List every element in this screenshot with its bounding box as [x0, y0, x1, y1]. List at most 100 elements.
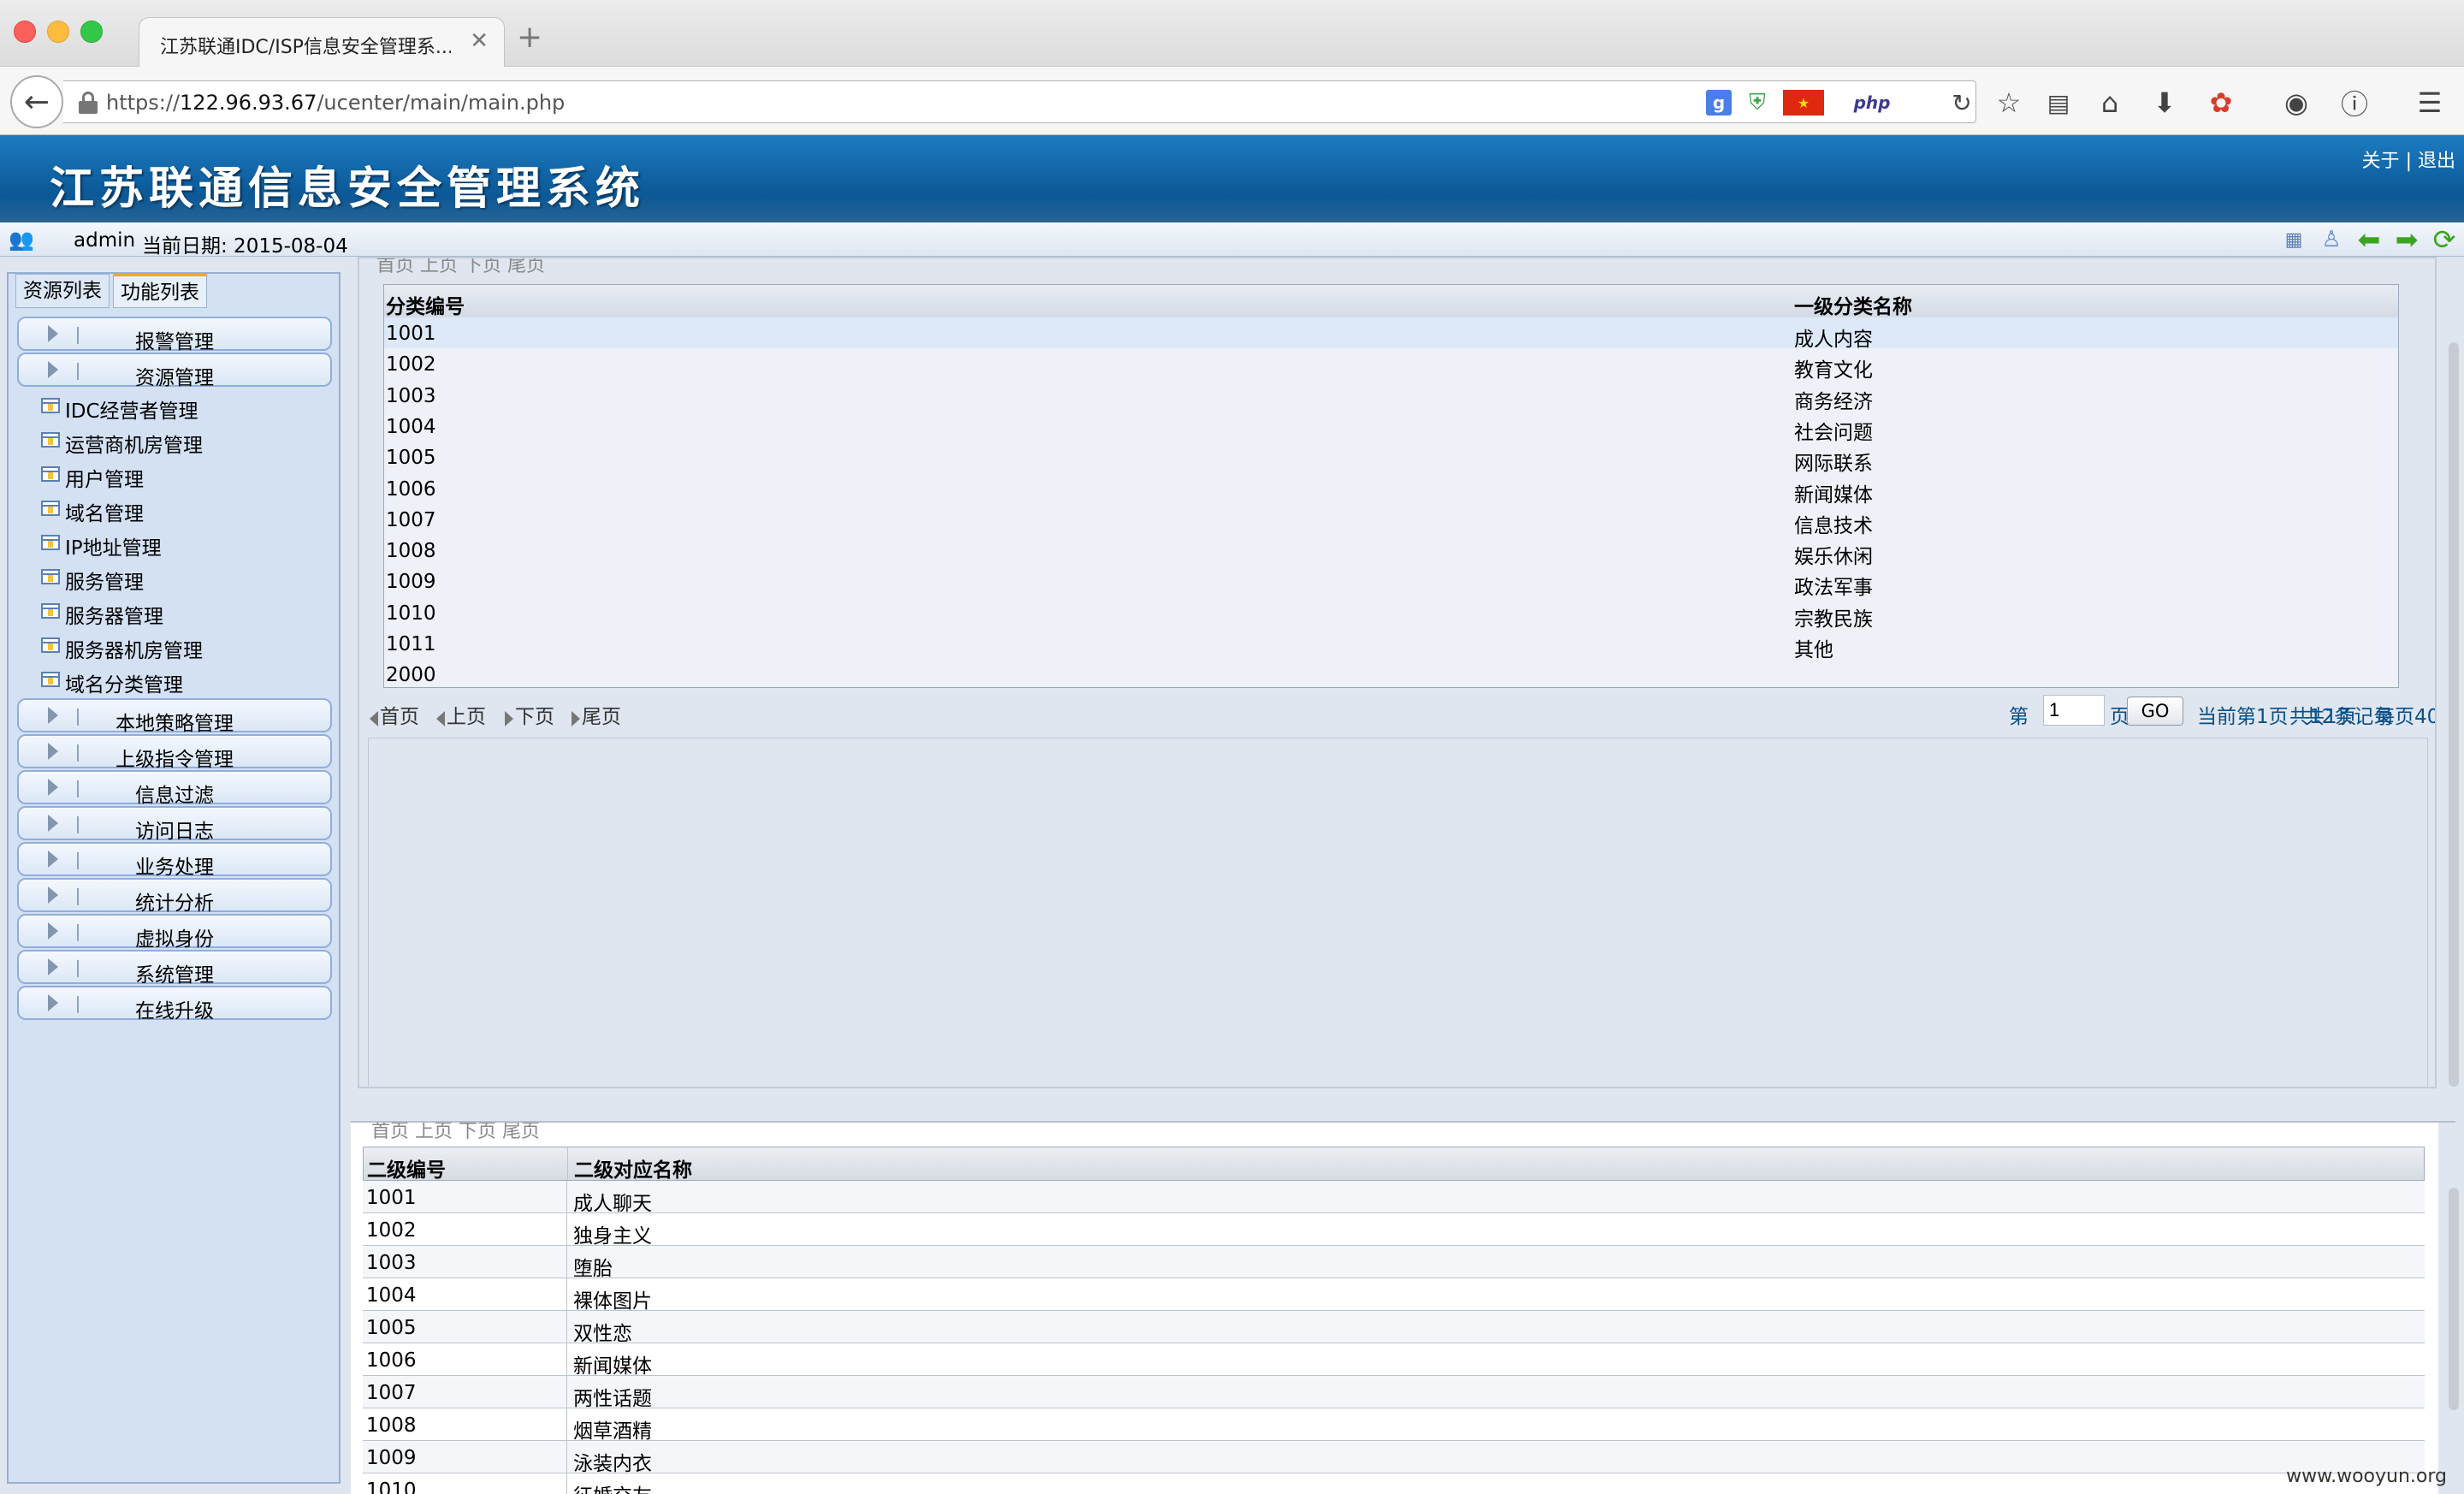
url-text[interactable]: https://122.96.93.67/ucenter/main/main.p…	[106, 91, 565, 115]
lower-scrollbar[interactable]	[2449, 1188, 2459, 1410]
sidebar-item-label: IDC经营者管理	[65, 400, 198, 423]
maximize-window-button[interactable]	[80, 21, 103, 43]
secondary-code: 1006	[366, 1349, 417, 1372]
category-code: 1003	[386, 384, 436, 407]
info-toolbar: ▦ ♙ ⬅ ➡ ⟳	[2281, 223, 2457, 256]
sidebar-group[interactable]: 业务处理	[17, 842, 332, 879]
table-icon	[41, 637, 60, 653]
table-row[interactable]: 1001 成人聊天	[363, 1181, 2425, 1215]
sidebar-item[interactable]: 域名分类管理	[34, 662, 339, 697]
sidebar-group[interactable]: 上级指令管理	[17, 734, 332, 771]
google-extension-icon[interactable]: g	[1706, 90, 1732, 116]
table-row[interactable]: 1002 独身主义	[363, 1213, 2425, 1248]
hamburger-menu-icon[interactable]: ☰	[2411, 84, 2449, 122]
first-page-link[interactable]: 首页	[370, 700, 419, 729]
table-row[interactable]: 1004 社会问题	[384, 411, 2398, 444]
main-content: 首页 上页 下页 尾页 分类编号 一级分类名称 1001 成人内容 1002 教育文化…	[351, 257, 2464, 1494]
table-row[interactable]: 1011 其他	[384, 628, 2398, 661]
fu-extension-icon[interactable]: ✿	[2202, 84, 2240, 122]
secondary-code: 1005	[366, 1317, 417, 1339]
forward-arrow-green-icon[interactable]: ➡	[2394, 223, 2420, 256]
table-row[interactable]: 1006 新闻媒体	[384, 473, 2398, 507]
secondary-name: 泳装内衣	[573, 1453, 652, 1475]
bookmark-star-icon[interactable]: ☆	[1990, 84, 2028, 122]
sidebar-group[interactable]: 报警管理	[17, 317, 332, 353]
ghost-pager-bottom: 首页 上页 下页 尾页	[371, 1123, 541, 1142]
sidebar-group[interactable]: 信息过滤	[17, 770, 332, 807]
sidebar-item[interactable]: IP地址管理	[34, 525, 339, 560]
sidebar-group[interactable]: 虚拟身份	[17, 914, 332, 951]
user-icon[interactable]: ♙	[2319, 227, 2344, 252]
sidebar-group-label: 统计分析	[135, 892, 214, 915]
table-header-row: 分类编号 一级分类名称	[384, 285, 2398, 318]
tab-resource-list[interactable]: 资源列表	[15, 274, 110, 308]
secondary-name: 新闻媒体	[573, 1355, 652, 1378]
sidebar-group[interactable]: 统计分析	[17, 878, 332, 915]
refresh-green-icon[interactable]: ⟳	[2431, 223, 2457, 256]
sidebar-group[interactable]: 资源管理	[17, 353, 332, 389]
table-row[interactable]: 1006 新闻媒体	[363, 1343, 2425, 1378]
sidebar-group[interactable]: 在线升级	[17, 986, 332, 1023]
upper-scrollbar[interactable]	[2449, 342, 2459, 1087]
url-bar[interactable]: https://122.96.93.67/ucenter/main/main.p…	[63, 80, 1976, 123]
table-row[interactable]: 1010 宗教民族	[384, 597, 2398, 631]
back-arrow-green-icon[interactable]: ⬅	[2356, 223, 2382, 256]
table-row[interactable]: 1007 信息技术	[384, 504, 2398, 537]
table-row[interactable]: 1007 两性话题	[363, 1376, 2425, 1410]
sidebar-group[interactable]: 访问日志	[17, 806, 332, 843]
table-row[interactable]: 1004 裸体图片	[363, 1278, 2425, 1313]
china-flag-icon[interactable]: ★	[1783, 90, 1824, 116]
table-row[interactable]: 1002 教育文化	[384, 348, 2398, 382]
column-header-code: 分类编号	[386, 296, 465, 318]
close-window-button[interactable]	[14, 21, 36, 43]
table-row[interactable]: 1003 商务经济	[384, 380, 2398, 413]
minimize-window-button[interactable]	[47, 21, 69, 43]
table-row[interactable]: 1001 成人内容	[384, 317, 2398, 351]
sidebar-item[interactable]: 域名管理	[34, 491, 339, 525]
table-row[interactable]: 1008 娱乐休闲	[384, 535, 2398, 568]
browser-tab[interactable]: 江苏联通IDC/ISP信息安全管理系... ✕	[139, 17, 505, 68]
table-view-icon[interactable]: ▦	[2281, 227, 2307, 252]
sidebar-group-label: 系统管理	[135, 964, 214, 987]
category-name: 新闻媒体	[1794, 483, 1873, 507]
table-row[interactable]: 1009 政法军事	[384, 566, 2398, 599]
php-extension-icon[interactable]: php	[1838, 90, 1906, 116]
sidebar-item[interactable]: 用户管理	[34, 457, 339, 491]
prev-page-link[interactable]: 上页	[436, 700, 486, 729]
table-row[interactable]: 1005 网际联系	[384, 442, 2398, 475]
globe-icon[interactable]: ◉	[2277, 84, 2315, 122]
download-icon[interactable]: ⬇	[2146, 84, 2183, 122]
category-name: 宗教民族	[1794, 608, 1873, 631]
reading-list-icon[interactable]: ▤	[2040, 84, 2077, 122]
sidebar-item[interactable]: 服务器机房管理	[34, 628, 339, 662]
table-row[interactable]: 1010 征婚交友	[363, 1473, 2425, 1494]
page-number-input[interactable]	[2043, 695, 2105, 726]
table-row[interactable]: 1005 双性恋	[363, 1311, 2425, 1345]
last-page-link[interactable]: 尾页	[572, 700, 621, 729]
sidebar-item[interactable]: IDC经营者管理	[34, 388, 339, 423]
sidebar-group[interactable]: 系统管理	[17, 950, 332, 987]
table-row[interactable]: 2000	[384, 659, 2398, 690]
sidebar-item[interactable]: 服务器管理	[34, 594, 339, 628]
reload-icon[interactable]: ↻	[1949, 89, 1975, 117]
sidebar-group[interactable]: 本地策略管理	[17, 698, 332, 735]
sidebar-item[interactable]: 服务管理	[34, 560, 339, 594]
tab-close-icon[interactable]: ✕	[470, 28, 489, 54]
secondary-name: 堕胎	[573, 1258, 613, 1280]
secondary-name: 征婚交友	[573, 1479, 652, 1494]
tab-function-list[interactable]: 功能列表	[113, 274, 207, 308]
new-tab-button[interactable]: +	[517, 22, 542, 53]
table-row[interactable]: 1009 泳装内衣	[363, 1441, 2425, 1475]
home-icon[interactable]: ⌂	[2091, 84, 2129, 122]
sidebar-item[interactable]: 运营商机房管理	[34, 423, 339, 457]
category-code: 1005	[386, 447, 436, 470]
about-link[interactable]: 关于	[2362, 151, 2400, 172]
table-row[interactable]: 1008 烟草酒精	[363, 1408, 2425, 1443]
logout-link[interactable]: 退出	[2418, 151, 2455, 172]
sidebar-group-label: 在线升级	[135, 1000, 214, 1023]
info-icon[interactable]: ⓘ	[2336, 84, 2373, 122]
shield-extension-icon[interactable]: ⛨	[1745, 90, 1769, 116]
table-row[interactable]: 1003 堕胎	[363, 1246, 2425, 1280]
back-button[interactable]: ←	[10, 75, 63, 128]
next-page-link[interactable]: 下页	[505, 700, 554, 729]
